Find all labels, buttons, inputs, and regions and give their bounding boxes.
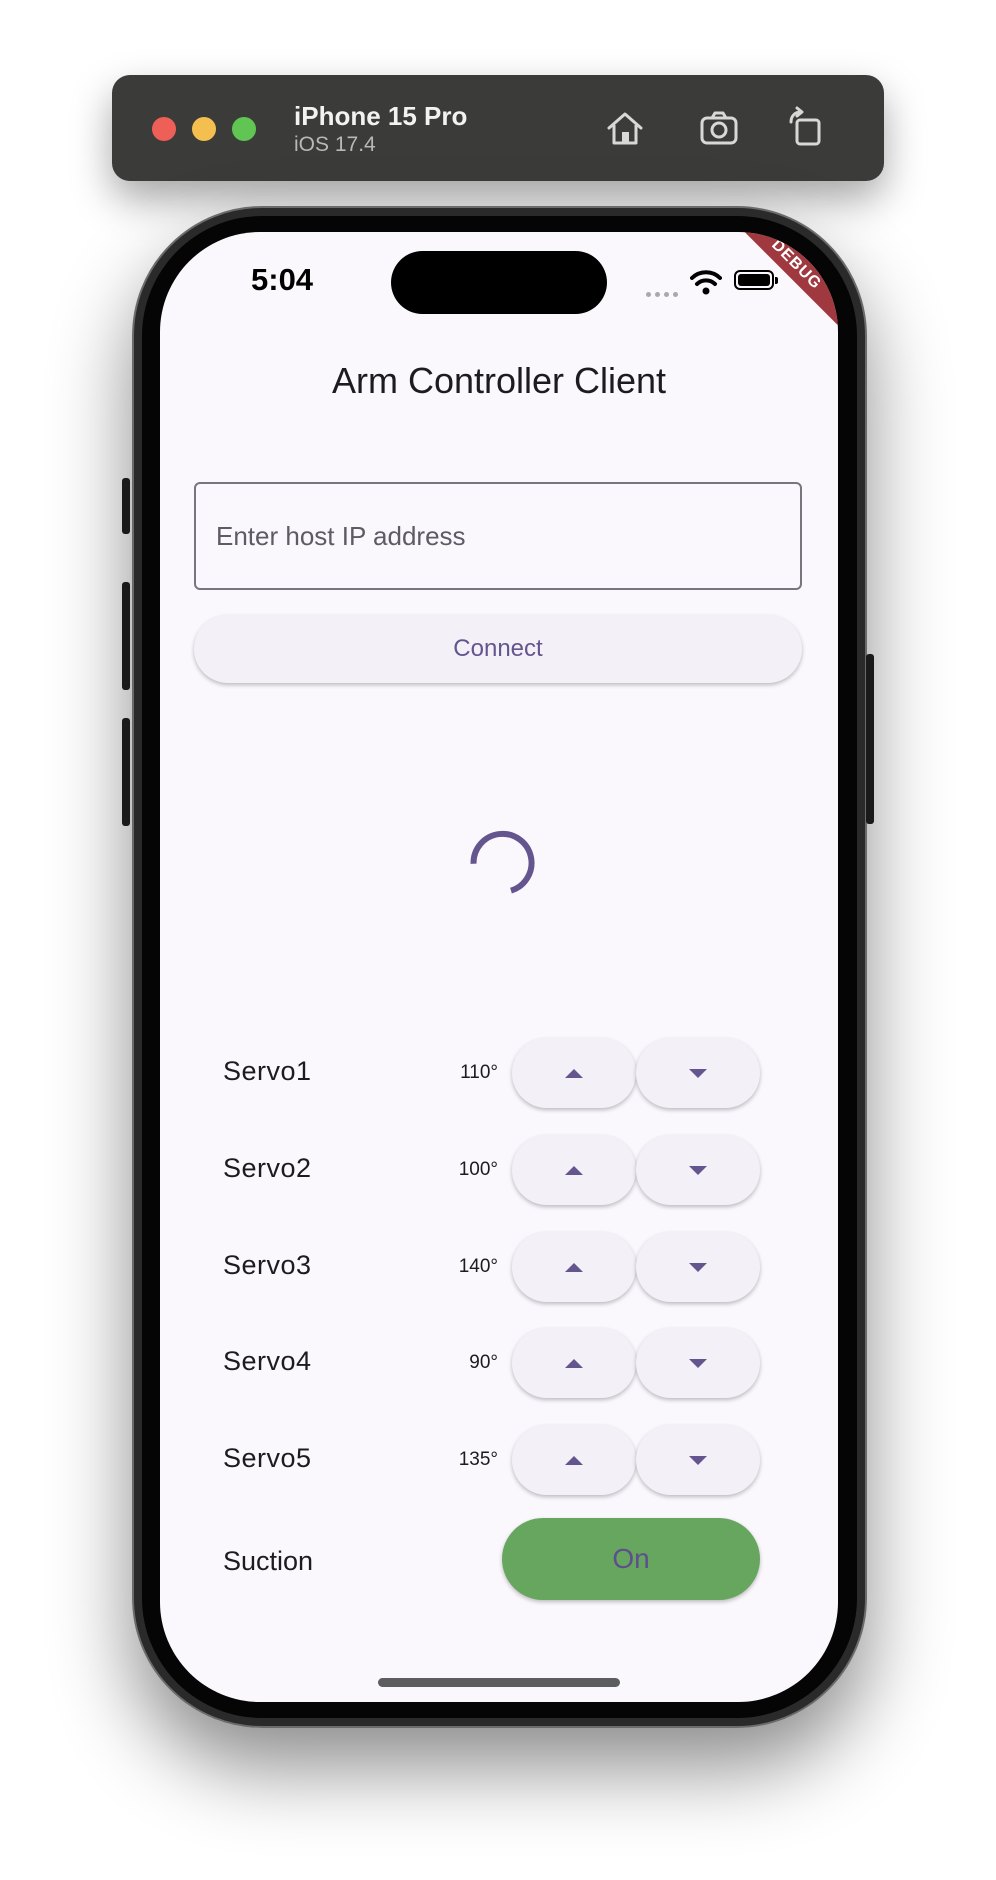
- servo-row: Servo2 100°: [160, 1135, 838, 1205]
- simulator-toolbar: iPhone 15 Pro iOS 17.4: [112, 75, 884, 181]
- screenshot-button[interactable]: [694, 103, 744, 153]
- arrow-down-icon: [689, 1455, 707, 1465]
- servo4-decrease-button[interactable]: [636, 1328, 760, 1398]
- arrow-down-icon: [689, 1358, 707, 1368]
- arrow-down-icon: [689, 1262, 707, 1272]
- servo-label: Servo5: [223, 1443, 312, 1473]
- servo1-increase-button[interactable]: [512, 1038, 636, 1108]
- arrow-up-icon: [565, 1165, 583, 1175]
- wifi-icon: [690, 270, 722, 295]
- servo5-increase-button[interactable]: [512, 1425, 636, 1495]
- connect-button[interactable]: Connect: [194, 615, 802, 683]
- loading-spinner-icon: [470, 830, 535, 894]
- servo-label: Servo1: [223, 1056, 312, 1086]
- servo4-increase-button[interactable]: [512, 1328, 636, 1398]
- suction-toggle-button[interactable]: On: [502, 1518, 760, 1600]
- signal-dots-icon: [646, 284, 682, 302]
- host-ip-input[interactable]: [194, 482, 802, 590]
- zoom-window-button[interactable]: [232, 117, 256, 141]
- servo-angle: 110°: [460, 1062, 498, 1083]
- servo2-increase-button[interactable]: [512, 1135, 636, 1205]
- volume-down-button: [122, 718, 130, 826]
- servo3-decrease-button[interactable]: [636, 1232, 760, 1302]
- suction-label: Suction: [223, 1546, 314, 1576]
- servo5-decrease-button[interactable]: [636, 1425, 760, 1495]
- servo2-decrease-button[interactable]: [636, 1135, 760, 1205]
- battery-icon: [734, 270, 778, 290]
- servo-angle: 90°: [469, 1352, 498, 1373]
- servo-label: Servo2: [223, 1153, 312, 1183]
- servo-angle: 140°: [458, 1256, 498, 1277]
- status-time: 5:04: [251, 262, 314, 297]
- servo-row: Servo4 90°: [160, 1328, 838, 1398]
- servo3-increase-button[interactable]: [512, 1232, 636, 1302]
- action-button: [122, 478, 130, 534]
- servo-row: Servo3 140°: [160, 1232, 838, 1302]
- app-screen: 5:04 DEBUG Arm Controller Client Connect…: [160, 232, 838, 1702]
- home-button[interactable]: [600, 103, 650, 153]
- volume-up-button: [122, 582, 130, 690]
- arrow-up-icon: [565, 1455, 583, 1465]
- servo-label: Servo3: [223, 1250, 312, 1280]
- os-version: iOS 17.4: [294, 133, 376, 156]
- arrow-down-icon: [689, 1165, 707, 1175]
- home-indicator[interactable]: [378, 1678, 620, 1687]
- servo-label: Servo4: [223, 1346, 312, 1376]
- arrow-up-icon: [565, 1358, 583, 1368]
- servo-row: Servo1 110°: [160, 1038, 838, 1108]
- rotate-icon: [789, 106, 821, 146]
- servo-row: Servo5 135°: [160, 1425, 838, 1495]
- arrow-up-icon: [565, 1068, 583, 1078]
- home-icon: [607, 112, 643, 145]
- servo-angle: 135°: [458, 1449, 498, 1470]
- arrow-up-icon: [565, 1262, 583, 1272]
- rotate-button[interactable]: [780, 103, 830, 153]
- close-window-button[interactable]: [152, 117, 176, 141]
- servo-angle: 100°: [458, 1159, 498, 1180]
- minimize-window-button[interactable]: [192, 117, 216, 141]
- servo1-decrease-button[interactable]: [636, 1038, 760, 1108]
- arrow-down-icon: [689, 1068, 707, 1078]
- device-name: iPhone 15 Pro: [294, 101, 468, 131]
- screenshot-icon: [700, 111, 738, 145]
- power-button: [866, 654, 874, 824]
- dynamic-island: [391, 251, 607, 314]
- app-title: Arm Controller Client: [331, 360, 667, 401]
